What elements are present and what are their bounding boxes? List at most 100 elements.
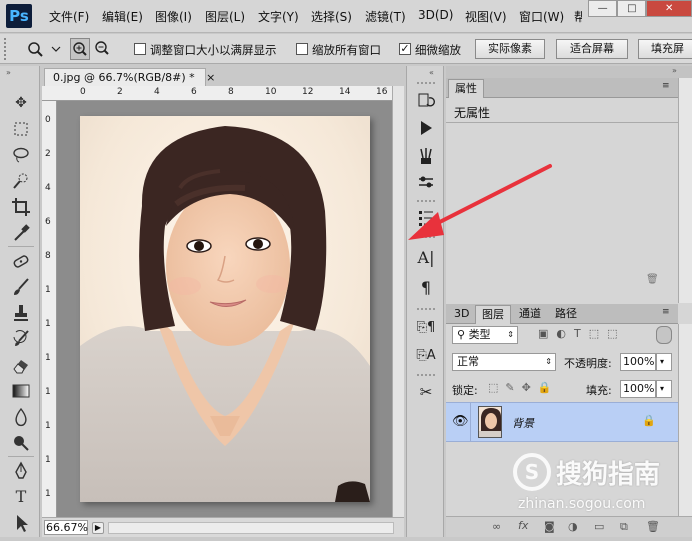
scrubby-zoom-checkbox[interactable]: ✓	[399, 43, 411, 55]
menu-view[interactable]: 视图(V)	[465, 8, 507, 25]
opacity-input[interactable]: 100%	[620, 353, 656, 371]
properties-scrollbar[interactable]	[678, 78, 692, 303]
add-mask-icon[interactable]: ◙	[544, 520, 555, 533]
actions-panel-icon[interactable]	[416, 118, 436, 138]
ruler-tick-label: 0	[80, 87, 86, 97]
ruler-tick-label: 4	[154, 87, 160, 97]
fx-icon[interactable]: fx	[518, 519, 528, 532]
zoom-tool-preset[interactable]	[22, 39, 62, 59]
history-brush-tool-icon[interactable]	[10, 328, 32, 350]
menu-edit[interactable]: 编辑(E)	[102, 8, 143, 25]
close-button[interactable]: ✕	[646, 0, 692, 17]
paragraph-styles-icon[interactable]: ⎘¶	[416, 318, 436, 338]
maximize-button[interactable]: □	[617, 0, 647, 17]
opacity-dropdown-icon[interactable]: ▾	[656, 353, 672, 371]
panel-menu-icon[interactable]: ≡	[662, 81, 670, 91]
blur-tool-icon[interactable]	[10, 406, 32, 428]
horizontal-scrollbar[interactable]	[108, 522, 394, 534]
delete-layer-icon[interactable]: 🗑	[646, 520, 660, 533]
status-bar: 66.67% ▶	[42, 517, 404, 537]
dodge-tool-icon[interactable]	[10, 432, 32, 454]
new-layer-icon[interactable]: ⧉	[620, 520, 628, 534]
pen-tool-icon[interactable]	[10, 460, 32, 482]
zoom-in-button[interactable]	[70, 38, 90, 60]
scrubby-zoom-label: 细微缩放	[415, 43, 461, 57]
vertical-scrollbar[interactable]	[392, 86, 404, 517]
minimize-button[interactable]: —	[588, 0, 618, 17]
layers-panel-menu-icon[interactable]: ≡	[662, 307, 670, 317]
expand-panels-icon[interactable]: «	[429, 68, 434, 77]
collapse-dock-icon[interactable]: »	[672, 66, 677, 75]
menu-type[interactable]: 文字(Y)	[258, 8, 299, 25]
eyedropper-tool-icon[interactable]	[10, 222, 32, 244]
quick-selection-tool-icon[interactable]	[10, 170, 32, 192]
ruler-tick-label: 14	[339, 87, 351, 97]
ruler-tick-label: 2	[117, 87, 123, 97]
close-document-icon[interactable]: ×	[206, 71, 215, 84]
tab-properties[interactable]: 属性	[448, 79, 484, 98]
status-menu-icon[interactable]: ▶	[92, 522, 104, 534]
brush-tool-icon[interactable]	[10, 276, 32, 298]
fill-screen-button[interactable]: 填充屏	[638, 39, 692, 59]
link-layers-icon[interactable]: ∞	[492, 520, 501, 533]
crop-tool-icon[interactable]	[10, 196, 32, 218]
clone-stamp-tool-icon[interactable]	[10, 302, 32, 324]
character-styles-icon[interactable]: ⎘A	[416, 346, 436, 366]
path-selection-tool-icon[interactable]	[10, 512, 32, 534]
menu-layer[interactable]: 图层(L)	[205, 8, 245, 25]
filter-toggle-switch[interactable]	[656, 326, 672, 344]
document-image[interactable]	[80, 116, 370, 502]
menu-filter[interactable]: 滤镜(T)	[365, 8, 406, 25]
zoom-out-button[interactable]	[93, 38, 113, 60]
paragraph-panel-icon[interactable]: ¶	[416, 278, 436, 298]
filter-kind-label: 类型	[468, 328, 491, 341]
tab-layers[interactable]: 图层	[475, 305, 511, 324]
history-panel-icon[interactable]	[416, 90, 436, 110]
zoom-level-field[interactable]: 66.67%	[44, 520, 88, 535]
move-tool-icon[interactable]: ✥	[10, 92, 32, 114]
marquee-tool-icon[interactable]	[10, 118, 32, 140]
healing-brush-tool-icon[interactable]	[10, 250, 32, 272]
fill-input[interactable]: 100%	[620, 380, 656, 398]
menu-select[interactable]: 选择(S)	[311, 8, 352, 25]
resize-windows-checkbox[interactable]	[134, 43, 146, 55]
layer-filter-kind[interactable]: ⚲ 类型 ⇕	[452, 326, 518, 344]
options-grip[interactable]	[4, 38, 8, 60]
tool-presets-icon[interactable]: ✂	[416, 382, 436, 402]
fill-dropdown-icon[interactable]: ▾	[656, 380, 672, 398]
ruler-tick-label: 1	[45, 489, 51, 499]
menu-3d[interactable]: 3D(D)	[418, 8, 453, 22]
menu-help[interactable]: 帮	[574, 8, 582, 25]
layer-row-background[interactable]: 👁 背景 🔒	[446, 402, 678, 442]
character-panel-icon[interactable]: A|	[416, 248, 436, 268]
zoom-all-windows-checkbox[interactable]	[296, 43, 308, 55]
menu-image[interactable]: 图像(I)	[155, 8, 192, 25]
adjustment-layer-icon[interactable]: ◑	[568, 520, 578, 533]
gradient-tool-icon[interactable]	[10, 380, 32, 402]
grip	[417, 374, 435, 376]
document-tab[interactable]: 0.jpg @ 66.7%(RGB/8#) * ×	[44, 68, 215, 86]
photoshop-logo[interactable]: Ps	[6, 4, 32, 28]
lasso-tool-icon[interactable]	[10, 144, 32, 166]
tab-3d[interactable]: 3D	[448, 305, 475, 324]
fit-screen-button[interactable]: 适合屏幕	[556, 39, 628, 59]
blend-mode-select[interactable]: 正常 ⇕	[452, 353, 556, 371]
divider	[470, 403, 471, 441]
menu-window[interactable]: 窗口(W)	[519, 8, 564, 25]
new-group-icon[interactable]: ▭	[594, 520, 604, 533]
lock-options-icons[interactable]: ⬚✎✥🔒	[488, 381, 559, 394]
layer-name[interactable]: 背景	[512, 415, 534, 431]
tab-channels[interactable]: 通道	[513, 305, 547, 324]
visibility-eye-icon[interactable]: 👁	[452, 414, 469, 429]
layer-filter-icons[interactable]: ▣◐T⬚⬚	[538, 327, 648, 343]
collapse-icon[interactable]: »	[6, 68, 11, 77]
type-tool-icon[interactable]: T	[10, 486, 32, 508]
tab-paths[interactable]: 路径	[549, 305, 583, 324]
actual-pixels-button[interactable]: 实际像素	[475, 39, 545, 59]
menu-file[interactable]: 文件(F)	[49, 8, 89, 25]
delete-icon[interactable]: 🗑	[646, 274, 659, 285]
ruler-tick-label: 12	[302, 87, 314, 97]
eraser-tool-icon[interactable]	[10, 354, 32, 376]
zoom-in-icon	[73, 42, 87, 56]
layers-tab-bar: 3D 图层 通道 路径 ≡	[446, 304, 678, 324]
